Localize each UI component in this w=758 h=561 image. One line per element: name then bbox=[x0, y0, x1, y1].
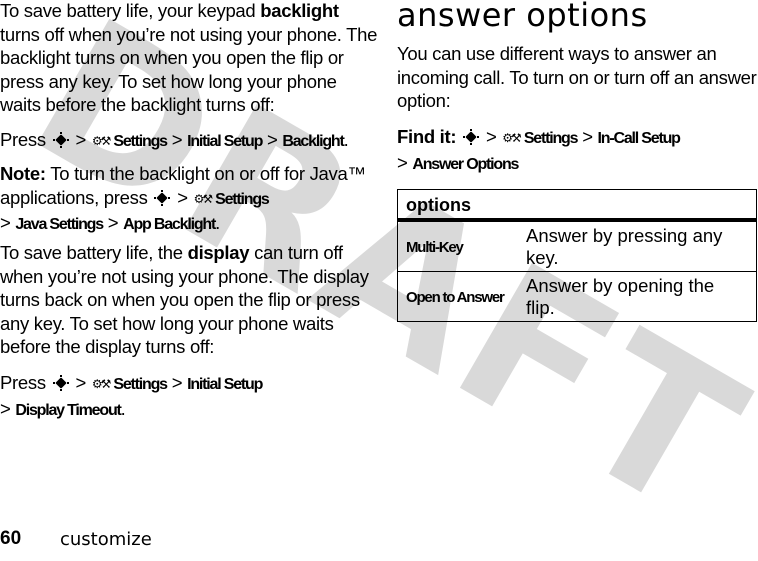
menu-initial-setup: Initial Setup bbox=[187, 376, 263, 393]
display-path: Press > ⚙⚒ Settings > Initial Setup > Disp… bbox=[0, 371, 380, 422]
option-description: Answer by pressing any key. bbox=[518, 220, 757, 272]
separator: > bbox=[75, 129, 86, 150]
display-paragraph: To save battery life, the display can tu… bbox=[0, 241, 380, 359]
separator: > bbox=[267, 129, 278, 150]
table-row: Multi-Key Answer by pressing any key. bbox=[397, 220, 757, 272]
separator: > bbox=[397, 151, 408, 173]
nav-key-icon bbox=[52, 375, 69, 391]
settings-icon: ⚙⚒ bbox=[91, 377, 111, 391]
text: turns off when you’re not using your pho… bbox=[0, 23, 378, 116]
backlight-term: backlight bbox=[260, 0, 339, 21]
menu-backlight: Backlight bbox=[282, 133, 344, 150]
period: . bbox=[343, 129, 349, 150]
menu-initial-setup: Initial Setup bbox=[187, 133, 263, 150]
separator: > bbox=[485, 126, 497, 147]
note-label: Note: bbox=[0, 163, 46, 184]
nav-key-icon bbox=[52, 132, 69, 148]
intro-paragraph: You can use different ways to answer an … bbox=[397, 43, 757, 111]
nav-key-icon bbox=[463, 129, 480, 145]
settings-icon: ⚙⚒ bbox=[91, 134, 111, 148]
backlight-paragraph: To save battery life, your keypad backli… bbox=[0, 0, 380, 117]
display-term: display bbox=[187, 242, 250, 263]
menu-settings: Settings bbox=[523, 130, 579, 147]
separator: > bbox=[582, 126, 593, 147]
separator: > bbox=[107, 212, 119, 233]
option-name: Open to Answer bbox=[397, 271, 518, 322]
text: To save battery life, the bbox=[0, 242, 188, 263]
menu-settings: Settings bbox=[113, 376, 168, 393]
option-name: Multi-Key bbox=[397, 220, 518, 272]
table-header: options bbox=[397, 189, 757, 222]
menu-settings: Settings bbox=[113, 133, 168, 150]
menu-app-backlight: App Backlight bbox=[123, 216, 216, 233]
separator: > bbox=[171, 372, 183, 393]
settings-icon: ⚙⚒ bbox=[502, 131, 521, 145]
period: . bbox=[120, 397, 126, 419]
find-it-label: Find it: bbox=[397, 126, 457, 147]
press-label: Press bbox=[0, 129, 46, 150]
nav-key-icon bbox=[154, 189, 171, 206]
table-header-row: options bbox=[397, 189, 757, 222]
note-paragraph: Note: To turn the backlight on or off fo… bbox=[0, 162, 380, 237]
backlight-path: Press > ⚙⚒ Settings > Initial Setup > Bac… bbox=[0, 128, 380, 154]
menu-answer-options: Answer Options bbox=[412, 155, 519, 173]
option-description: Answer by opening the flip. bbox=[518, 271, 757, 322]
settings-icon: ⚙⚒ bbox=[193, 191, 213, 206]
menu-settings: Settings bbox=[215, 190, 270, 208]
table-row: Open to Answer Answer by opening the fli… bbox=[397, 271, 757, 322]
separator: > bbox=[0, 212, 11, 233]
separator: > bbox=[0, 397, 11, 419]
period: . bbox=[215, 212, 220, 233]
separator: > bbox=[177, 186, 188, 208]
options-table: options Multi-Key Answer by pressing any… bbox=[397, 189, 757, 322]
text: To save battery life, your keypad bbox=[0, 0, 261, 21]
separator: > bbox=[171, 129, 183, 150]
press-label: Press bbox=[0, 372, 46, 393]
section-heading: answer options bbox=[397, 0, 648, 34]
menu-display-timeout: Display Timeout bbox=[15, 401, 122, 419]
menu-java-settings: Java Settings bbox=[15, 216, 104, 233]
menu-in-call-setup: In-Call Setup bbox=[597, 130, 681, 147]
separator: > bbox=[75, 372, 86, 393]
find-it-path: Find it: > ⚙⚒ Settings > In-Call Setup > A… bbox=[397, 125, 758, 176]
